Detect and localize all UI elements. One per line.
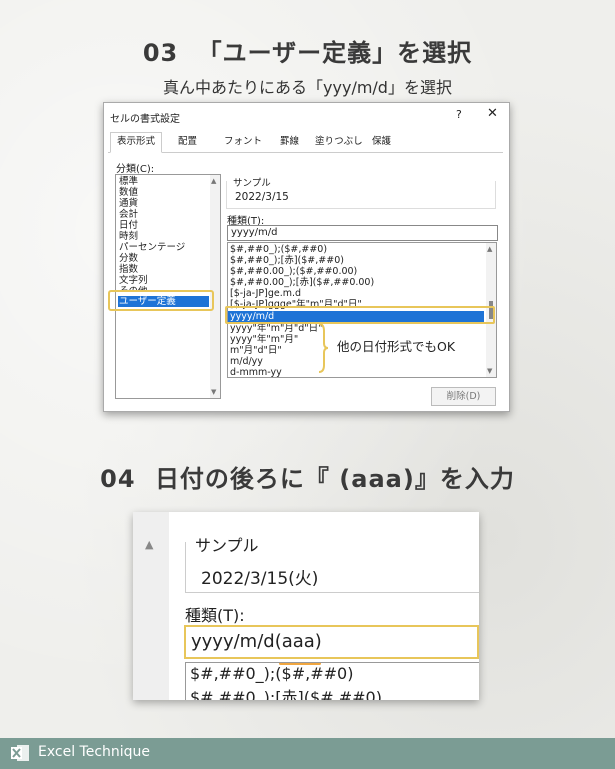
tab-alignment[interactable]: 配置 <box>172 133 203 151</box>
sample-label: サンプル <box>195 536 259 555</box>
zoomed-scrollbar[interactable]: ▲ <box>133 512 169 700</box>
format-cells-dialog: セルの書式設定 ? ✕ 表示形式 配置 フォント 罫線 塗りつぶし 保護 分類(… <box>103 102 510 412</box>
format-item[interactable]: m/d/yy <box>230 356 263 367</box>
footer-text: Excel Technique <box>38 744 151 760</box>
step-title-text: 日付の後ろに『 (aaa)』を入力 <box>154 465 515 493</box>
type-label: 種類(T): <box>185 606 245 625</box>
tab-border[interactable]: 罫線 <box>274 133 305 151</box>
category-item[interactable]: 分数 <box>119 253 138 264</box>
sample-value: 2022/3/15 <box>235 191 289 203</box>
step-03-subtitle: 真ん中あたりにある「yyy/m/d」を選択 <box>163 78 452 97</box>
tab-number-format[interactable]: 表示形式 <box>110 132 163 153</box>
sample-value: 2022/3/15(火) <box>201 569 319 589</box>
format-item[interactable]: yyyy"年"m"月"d"日" <box>230 323 323 334</box>
scroll-up-icon[interactable]: ▲ <box>487 245 492 253</box>
help-icon[interactable]: ? <box>456 108 462 121</box>
scroll-up-icon[interactable]: ▲ <box>145 538 153 551</box>
tab-bar: 表示形式 配置 フォント 罫線 塗りつぶし 保護 <box>108 132 503 153</box>
step-number: 04 <box>100 465 136 493</box>
format-item[interactable]: $#,##0_);($#,##0) <box>190 664 353 683</box>
type-input[interactable]: yyyy/m/d <box>227 225 498 241</box>
delete-button[interactable]: 削除(D) <box>431 387 496 406</box>
footer-bar: Excel Technique <box>0 738 615 769</box>
format-item[interactable]: m"月"d"日" <box>230 345 282 356</box>
brace-icon <box>318 323 328 373</box>
format-item[interactable]: [$-ja-JP]ge.m.d <box>230 288 301 299</box>
sample-label: サンプル <box>233 178 271 189</box>
tab-font[interactable]: フォント <box>218 133 268 151</box>
excel-icon <box>11 745 29 761</box>
category-item[interactable]: 日付 <box>119 220 138 231</box>
category-item[interactable]: 会計 <box>119 209 138 220</box>
tab-fill[interactable]: 塗りつぶし <box>309 133 369 151</box>
zoomed-dialog: ▲ サンプル 2022/3/15(火) 種類(T): yyyy/m/d(aaa)… <box>133 512 479 700</box>
category-item[interactable]: 数値 <box>119 187 138 198</box>
close-icon[interactable]: ✕ <box>487 106 498 121</box>
category-list[interactable]: 標準 数値 通貨 会計 日付 時刻 パーセンテージ 分数 指数 文字列 その他 … <box>115 174 221 399</box>
format-item[interactable]: $#,##0_);[赤]($#,##0) <box>190 684 382 700</box>
category-item[interactable]: 時刻 <box>119 231 138 242</box>
format-item[interactable]: $#,##0.00_);[赤]($#,##0.00) <box>230 277 374 288</box>
format-item[interactable]: $#,##0.00_);($#,##0.00) <box>230 266 357 277</box>
category-label: 分類(C): <box>116 164 155 175</box>
format-highlight <box>225 306 495 324</box>
category-item[interactable]: 指数 <box>119 264 138 275</box>
type-input[interactable]: yyyy/m/d(aaa) <box>184 625 479 659</box>
scroll-down-icon[interactable]: ▼ <box>211 388 216 396</box>
category-item[interactable]: パーセンテージ <box>119 242 185 253</box>
scroll-down-icon[interactable]: ▼ <box>487 367 492 375</box>
category-item[interactable]: 標準 <box>119 176 138 187</box>
scroll-up-icon[interactable]: ▲ <box>211 177 216 185</box>
category-highlight <box>108 290 214 311</box>
step-04-title: 04 日付の後ろに『 (aaa)』を入力 <box>0 459 615 494</box>
category-item[interactable]: 文字列 <box>119 275 148 286</box>
step-title-text: 「ユーザー定義」を選択 <box>197 39 473 67</box>
category-item[interactable]: 通貨 <box>119 198 138 209</box>
step-03-title: 03 「ユーザー定義」を選択 <box>0 33 615 68</box>
category-scrollbar[interactable]: ▲ ▼ <box>210 175 220 398</box>
annotation-note: 他の日付形式でもOK <box>337 339 456 354</box>
step-number: 03 <box>142 39 179 67</box>
format-item[interactable]: $#,##0_);[赤]($#,##0) <box>230 255 344 266</box>
format-item[interactable]: $#,##0_);($#,##0) <box>230 244 327 255</box>
format-item[interactable]: d-mmm-yy <box>230 367 282 377</box>
format-item[interactable]: yyyy"年"m"月" <box>230 334 298 345</box>
tab-protection[interactable]: 保護 <box>366 133 397 151</box>
dialog-title: セルの書式設定 <box>110 114 180 125</box>
